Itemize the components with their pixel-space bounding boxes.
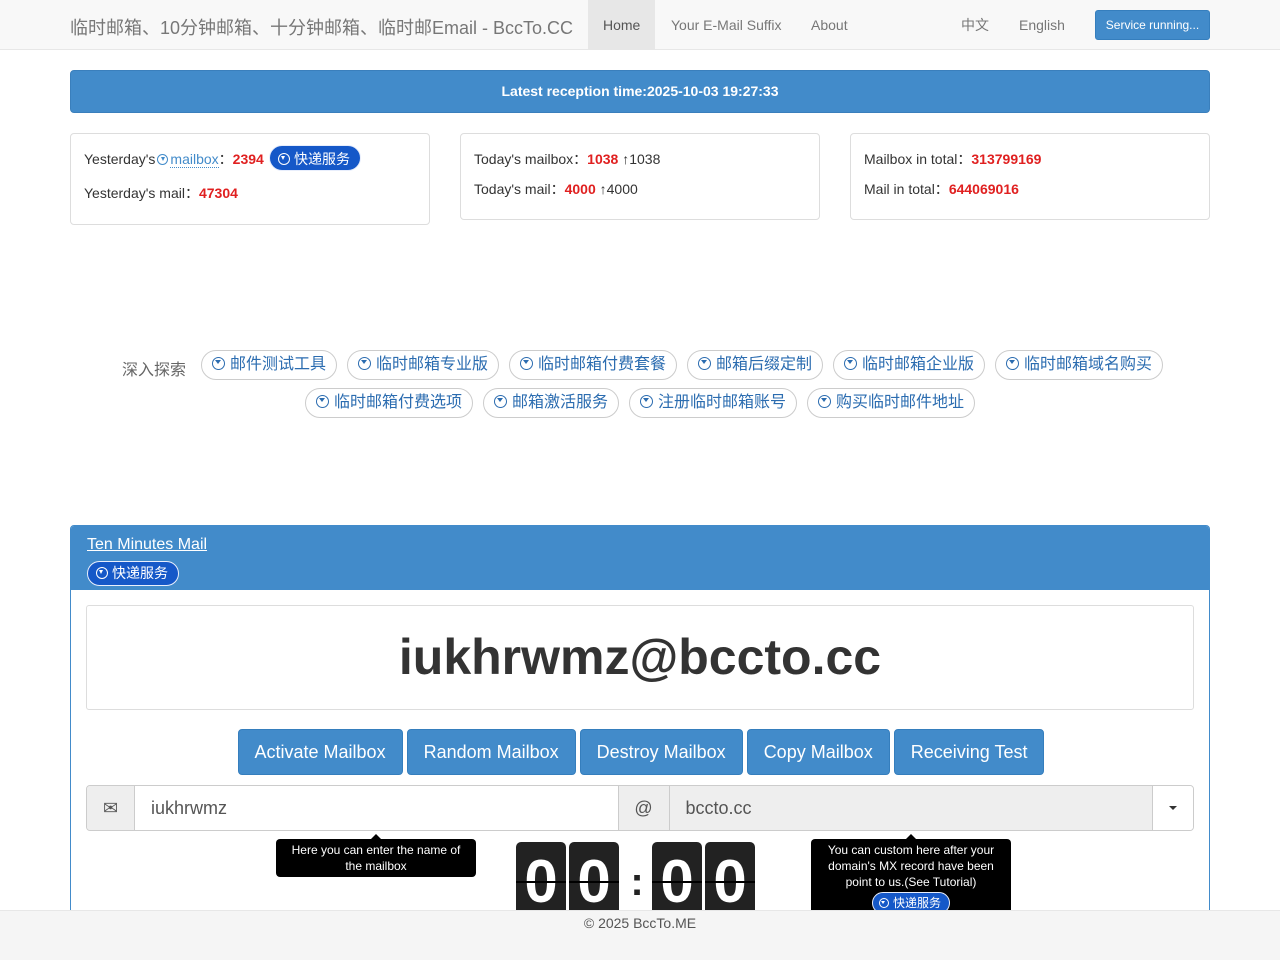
- express-service-label: 快递服务: [112, 565, 168, 581]
- mailbox-link[interactable]: mailbox: [170, 151, 219, 168]
- card-title-link[interactable]: Ten Minutes Mail: [87, 536, 1193, 554]
- express-service-label: 快递服务: [294, 151, 350, 167]
- random-mailbox-button[interactable]: Random Mailbox: [406, 729, 576, 775]
- yesterday-mail-value: 47304: [198, 185, 238, 201]
- today-mailbox-label: Today's mailbox：: [474, 151, 588, 167]
- today-stats-panel: Today's mailbox：1038 ↑1038 Today's mail：…: [460, 133, 820, 220]
- yesterday-mailbox-line: Yesterday's mailbox：2394 快递服务: [84, 145, 416, 171]
- explore-tag[interactable]: 邮箱后缀定制: [687, 350, 824, 380]
- circle-down-icon: [212, 357, 225, 370]
- today-mailbox-line: Today's mailbox：1038 ↑1038: [474, 147, 806, 171]
- circle-down-icon: [640, 395, 653, 408]
- yesterday-mail-line: Yesterday's mail：47304: [84, 181, 416, 205]
- explore-tag-label: 临时邮箱企业版: [862, 356, 975, 373]
- explore-tag[interactable]: 临时邮箱付费选项: [305, 388, 474, 418]
- activate-mailbox-button[interactable]: Activate Mailbox: [237, 729, 403, 775]
- mailbox-address-display[interactable]: iukhrwmz@bccto.cc: [86, 605, 1194, 710]
- today-mailbox-value: 1038: [587, 151, 619, 167]
- yesterday-mailbox-prefix: Yesterday's: [84, 151, 156, 167]
- caret-down-icon[interactable]: [1152, 786, 1193, 830]
- explore-label: 深入探索: [122, 362, 187, 379]
- mail-icon: ✉: [87, 786, 135, 830]
- circle-down-icon: [818, 395, 831, 408]
- total-mail-label: Mail in total：: [864, 181, 949, 197]
- today-mail-value: 4000: [564, 181, 596, 197]
- explore-tag-label: 邮箱激活服务: [512, 394, 609, 411]
- explore-tag-label: 邮箱后缀定制: [716, 356, 813, 373]
- explore-tag[interactable]: 邮箱激活服务: [483, 388, 620, 418]
- total-mailbox-label: Mailbox in total：: [864, 151, 972, 167]
- circle-down-icon: [698, 357, 711, 370]
- circle-down-icon: [1006, 357, 1019, 370]
- total-mail-line: Mail in total：644069016: [864, 177, 1196, 201]
- today-mailbox-increase: ↑1038: [622, 151, 661, 167]
- today-mail-line: Today's mail：4000 ↑4000: [474, 177, 806, 201]
- total-mail-value: 644069016: [948, 181, 1019, 197]
- circle-down-icon: [278, 153, 290, 165]
- circle-down-icon: [844, 357, 857, 370]
- circle-down-icon: [520, 357, 533, 370]
- domain-tooltip-text: You can custom here after your domain's …: [827, 843, 995, 889]
- destroy-mailbox-button[interactable]: Destroy Mailbox: [579, 729, 743, 775]
- explore-tag-label: 临时邮箱专业版: [376, 356, 489, 373]
- nav-home[interactable]: Home: [588, 0, 656, 50]
- explore-tag[interactable]: 邮件测试工具: [201, 350, 338, 380]
- yesterday-stats-panel: Yesterday's mailbox：2394 快递服务 Yesterday's …: [70, 133, 430, 225]
- explore-tag[interactable]: 注册临时邮箱账号: [629, 388, 798, 418]
- mailbox-name-input[interactable]: iukhrwmz: [135, 786, 618, 830]
- today-mail-increase: ↑4000: [599, 181, 638, 197]
- circle-down-icon: [316, 395, 329, 408]
- explore-tag[interactable]: 临时邮箱域名购买: [995, 350, 1164, 380]
- circle-down-icon: [96, 567, 108, 579]
- latest-reception-banner: Latest reception time:2025-10-03 19:27:3…: [70, 70, 1210, 113]
- explore-tag-label: 临时邮箱付费套餐: [538, 356, 667, 373]
- name-tooltip: Here you can enter the name of the mailb…: [276, 834, 476, 877]
- mailbox-domain-input[interactable]: bccto.cc: [669, 786, 1152, 830]
- explore-tag-label: 购买临时邮件地址: [836, 394, 965, 411]
- service-status-button[interactable]: Service running...: [1095, 10, 1210, 40]
- mailbox-input-group: ✉ iukhrwmz @ bccto.cc: [86, 785, 1194, 831]
- brand-title[interactable]: 临时邮箱、10分钟邮箱、十分钟邮箱、临时邮Email - BccTo.CC: [70, 14, 573, 40]
- explore-tag-label: 注册临时邮箱账号: [658, 394, 787, 411]
- circle-down-icon: [358, 357, 371, 370]
- card-header: Ten Minutes Mail 快递服务: [71, 526, 1209, 590]
- receiving-test-button[interactable]: Receiving Test: [893, 729, 1045, 775]
- copy-mailbox-button[interactable]: Copy Mailbox: [746, 729, 890, 775]
- footer-copyright: © 2025 BccTo.ME: [583, 915, 697, 931]
- express-service-label: 快递服务: [892, 896, 941, 910]
- express-service-button[interactable]: 快递服务: [269, 145, 361, 171]
- countdown-timer: 0 0 : 0 0: [516, 842, 758, 922]
- footer: © 2025 BccTo.ME: [0, 910, 1280, 960]
- circle-down-icon: [878, 898, 889, 908]
- circle-down-icon: [157, 154, 169, 165]
- separator: ：: [218, 151, 233, 167]
- domain-tooltip: You can custom here after your domain's …: [811, 834, 1011, 917]
- navbar: 临时邮箱、10分钟邮箱、十分钟邮箱、临时邮Email - BccTo.CC Ho…: [0, 0, 1280, 50]
- at-sign-addon: @: [617, 786, 670, 830]
- total-stats-panel: Mailbox in total：313799169 Mail in total…: [850, 133, 1210, 220]
- explore-tag[interactable]: 临时邮箱付费套餐: [509, 350, 678, 380]
- explore-tag-label: 临时邮箱付费选项: [334, 394, 463, 411]
- yesterday-mail-label: Yesterday's mail：: [84, 185, 199, 201]
- lang-english[interactable]: English: [1004, 0, 1080, 50]
- explore-tag[interactable]: 临时邮箱企业版: [833, 350, 986, 380]
- explore-tag[interactable]: 临时邮箱专业版: [347, 350, 500, 380]
- lang-chinese[interactable]: 中文: [946, 0, 1004, 50]
- express-service-button[interactable]: 快递服务: [87, 561, 179, 586]
- explore-tag[interactable]: 购买临时邮件地址: [807, 388, 976, 418]
- circle-down-icon: [494, 395, 507, 408]
- action-buttons: Activate Mailbox Random Mailbox Destroy …: [71, 729, 1209, 775]
- nav-about[interactable]: About: [796, 0, 863, 50]
- total-mailbox-value: 313799169: [971, 151, 1042, 167]
- ten-minutes-mail-card: Ten Minutes Mail 快递服务 iukhrwmz@bccto.cc …: [70, 525, 1210, 925]
- today-mail-label: Today's mail：: [474, 181, 565, 197]
- explore-tag-label: 邮件测试工具: [230, 356, 327, 373]
- yesterday-mailbox-value: 2394: [232, 151, 264, 167]
- nav-email-suffix[interactable]: Your E-Mail Suffix: [656, 0, 797, 50]
- explore-tag-label: 临时邮箱域名购买: [1024, 356, 1153, 373]
- total-mailbox-line: Mailbox in total：313799169: [864, 147, 1196, 171]
